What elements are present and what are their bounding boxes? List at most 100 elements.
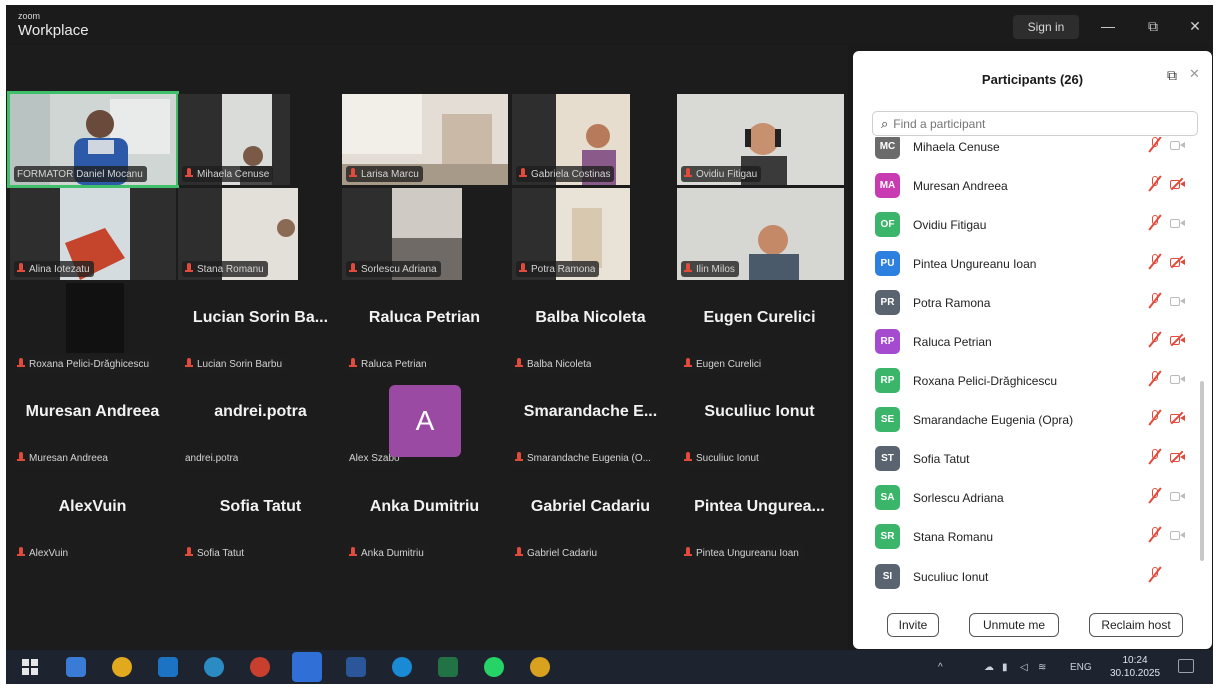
participant-name: Lucian Sorin Barbu bbox=[197, 358, 283, 370]
name-tile[interactable]: Muresan Andreea Muresan Andreea bbox=[10, 377, 175, 469]
word-icon[interactable] bbox=[346, 657, 366, 677]
video-tile[interactable]: Mihaela Cenuse bbox=[178, 94, 290, 185]
mic-muted-icon[interactable] bbox=[1148, 331, 1162, 349]
participant-row[interactable]: MC Mihaela Cenuse bbox=[853, 137, 1212, 166]
camera-icon[interactable] bbox=[1170, 530, 1186, 541]
popout-icon[interactable]: ⧉ bbox=[1167, 67, 1177, 84]
participant-name-tag: Suculiuc Ionut bbox=[681, 450, 763, 466]
volume-icon[interactable]: ◁ bbox=[1020, 662, 1028, 673]
video-tile[interactable]: Stana Romanu bbox=[178, 188, 298, 280]
reclaim-host-button[interactable]: Reclaim host bbox=[1089, 613, 1183, 637]
participant-row[interactable]: RP Raluca Petrian bbox=[853, 322, 1212, 361]
camera-icon[interactable] bbox=[1170, 374, 1186, 385]
video-tile[interactable]: Larisa Marcu bbox=[342, 94, 508, 185]
minimize-icon[interactable]: — bbox=[1096, 15, 1120, 37]
chrome-profile-icon[interactable] bbox=[530, 657, 550, 677]
name-tile[interactable]: Sofia Tatut Sofia Tatut bbox=[178, 472, 343, 564]
mic-muted-icon[interactable] bbox=[1148, 175, 1162, 193]
close-icon[interactable]: ✕ bbox=[1183, 15, 1207, 37]
participant-row[interactable]: SA Sorlescu Adriana bbox=[853, 478, 1212, 517]
participant-row[interactable]: PR Potra Ramona bbox=[853, 283, 1212, 322]
language-indicator[interactable]: ENG bbox=[1070, 662, 1092, 673]
video-tile[interactable]: Ovidiu Fitigau bbox=[677, 94, 844, 185]
camera-off-icon[interactable] bbox=[1170, 179, 1186, 190]
mic-muted-icon[interactable] bbox=[1148, 292, 1162, 310]
mic-muted-icon[interactable] bbox=[1148, 253, 1162, 271]
mic-muted-icon[interactable] bbox=[1148, 214, 1162, 232]
mic-muted-icon[interactable] bbox=[1148, 566, 1162, 584]
video-tile[interactable]: Gabriela Costinas bbox=[512, 94, 630, 185]
video-tile[interactable]: Roxana Pelici-Drăghicescu bbox=[10, 283, 176, 375]
name-tile[interactable]: Lucian Sorin Ba... Lucian Sorin Barbu bbox=[178, 283, 343, 375]
participant-row[interactable]: RP Roxana Pelici-Drăghicescu bbox=[853, 361, 1212, 400]
mic-muted-icon bbox=[17, 358, 25, 370]
app-red-icon[interactable] bbox=[250, 657, 270, 677]
restore-icon[interactable]: ⧉ bbox=[1141, 15, 1165, 37]
chrome-icon[interactable] bbox=[112, 657, 132, 677]
video-tile[interactable]: Sorlescu Adriana bbox=[342, 188, 462, 280]
participant-row[interactable]: SR Stana Romanu bbox=[853, 517, 1212, 556]
chevron-up-icon[interactable]: ^ bbox=[938, 662, 943, 673]
sign-in-button[interactable]: Sign in bbox=[1013, 15, 1079, 39]
participant-row[interactable]: PU Pintea Ungureanu Ioan bbox=[853, 244, 1212, 283]
mic-muted-icon[interactable] bbox=[1148, 487, 1162, 505]
video-tile[interactable]: Alina Iotezatu bbox=[10, 188, 176, 280]
zoom-icon[interactable] bbox=[292, 652, 322, 682]
app-icon[interactable] bbox=[204, 657, 224, 677]
participant-name: Raluca Petrian bbox=[361, 358, 427, 370]
participant-name-tag: Gabriela Costinas bbox=[516, 166, 615, 182]
video-tile[interactable]: Potra Ramona bbox=[512, 188, 630, 280]
name-tile[interactable]: Eugen Curelici Eugen Curelici bbox=[677, 283, 842, 375]
unmute-me-button[interactable]: Unmute me bbox=[969, 613, 1059, 637]
taskbar: ^ ☁ ▮ ◁ ≋ ENG 10:24 30.10.2025 bbox=[6, 650, 1213, 684]
participant-row[interactable]: MA Muresan Andreea bbox=[853, 166, 1212, 205]
camera-icon[interactable] bbox=[1170, 218, 1186, 229]
participant-name: Mihaela Cenuse bbox=[913, 140, 1000, 154]
camera-icon[interactable] bbox=[1170, 491, 1186, 502]
name-tile[interactable]: Suculiuc Ionut Suculiuc Ionut bbox=[677, 377, 842, 469]
clock[interactable]: 10:24 30.10.2025 bbox=[1110, 654, 1160, 680]
name-tile[interactable]: Anka Dumitriu Anka Dumitriu bbox=[342, 472, 507, 564]
whatsapp-icon[interactable] bbox=[484, 657, 504, 677]
outlook-icon[interactable] bbox=[158, 657, 178, 677]
participant-search[interactable]: ⌕ bbox=[872, 111, 1198, 136]
name-tile[interactable]: Gabriel Cadariu Gabriel Cadariu bbox=[508, 472, 673, 564]
close-panel-icon[interactable]: ✕ bbox=[1189, 66, 1200, 82]
video-tile[interactable]: Ilin Milos bbox=[677, 188, 844, 280]
cloud-icon[interactable]: ☁ bbox=[984, 662, 994, 673]
name-tile[interactable]: Raluca Petrian Raluca Petrian bbox=[342, 283, 507, 375]
name-tile[interactable]: Balba Nicoleta Balba Nicoleta bbox=[508, 283, 673, 375]
invite-button[interactable]: Invite bbox=[887, 613, 939, 637]
mic-muted-icon[interactable] bbox=[1148, 448, 1162, 466]
name-tile[interactable]: Pintea Ungurea... Pintea Ungureanu Ioan bbox=[677, 472, 842, 564]
edge-icon[interactable] bbox=[392, 657, 412, 677]
participant-row[interactable]: OF Ovidiu Fitigau bbox=[853, 205, 1212, 244]
name-tile[interactable]: AlexVuin AlexVuin bbox=[10, 472, 175, 564]
camera-off-icon[interactable] bbox=[1170, 452, 1186, 463]
mic-muted-icon[interactable] bbox=[1148, 526, 1162, 544]
video-tile[interactable]: FORMATOR Daniel Mocanu bbox=[7, 91, 179, 188]
excel-icon[interactable] bbox=[438, 657, 458, 677]
mic-muted-icon[interactable] bbox=[1148, 137, 1162, 154]
participant-row[interactable]: SI Suculiuc Ionut bbox=[853, 557, 1212, 596]
windows-start-icon[interactable] bbox=[22, 659, 38, 675]
participant-row[interactable]: ST Sofia Tatut bbox=[853, 439, 1212, 478]
camera-off-icon[interactable] bbox=[1170, 413, 1186, 424]
search-input[interactable] bbox=[893, 116, 1174, 131]
participant-row[interactable]: SE Smarandache Eugenia (Opra) bbox=[853, 400, 1212, 439]
notification-icon[interactable] bbox=[1178, 659, 1194, 673]
wifi-icon[interactable]: ≋ bbox=[1038, 662, 1046, 673]
participant-name: andrei.potra bbox=[185, 452, 239, 464]
mic-muted-icon[interactable] bbox=[1148, 409, 1162, 427]
name-tile[interactable]: andrei.potra andrei.potra bbox=[178, 377, 343, 469]
battery-icon[interactable]: ▮ bbox=[1002, 662, 1008, 673]
camera-off-icon[interactable] bbox=[1170, 257, 1186, 268]
mic-muted-icon[interactable] bbox=[1148, 370, 1162, 388]
scrollbar[interactable] bbox=[1200, 381, 1204, 561]
camera-icon[interactable] bbox=[1170, 296, 1186, 307]
participant-name-tag: Anka Dumitriu bbox=[346, 545, 428, 561]
name-tile[interactable]: Smarandache E... Smarandache Eugenia (O.… bbox=[508, 377, 673, 469]
camera-icon[interactable] bbox=[1170, 140, 1186, 151]
camera-off-icon[interactable] bbox=[1170, 335, 1186, 346]
file-explorer-icon[interactable] bbox=[66, 657, 86, 677]
